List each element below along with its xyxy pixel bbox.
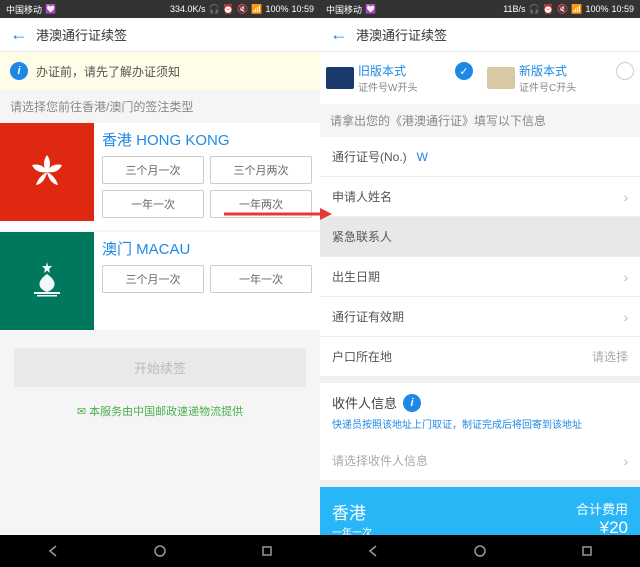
price-summary: 香港 一年一次 合计费用 ¥20 签注费¥20，快递费¥0 [320,487,640,535]
flag-macau-icon [0,232,94,330]
nav-back-icon[interactable] [46,544,60,558]
flag-hk-icon [0,123,94,221]
doc-old-sub: 证件号W开头 [358,79,417,94]
doc-new-title: 新版本式 [519,62,576,79]
battery-pct: 100% [585,4,608,14]
alarm-icon: ⏰ [223,4,234,15]
check-empty-icon: ✓ [616,62,634,80]
expiry-label: 通行证有效期 [332,308,404,325]
annotation-arrow [224,206,332,222]
header: ← 港澳通行证续签 [0,18,320,52]
notice-banner[interactable]: i 办证前，请先了解办证须知 [0,52,320,90]
residence-field[interactable]: 户口所在地 请选择 [320,337,640,377]
card-icon [487,67,515,89]
hk-opt-0[interactable]: 三个月一次 [102,156,204,184]
permit-no-label: 通行证号(No.) [332,148,407,165]
back-icon[interactable]: ← [330,24,348,45]
birth-label: 出生日期 [332,268,380,285]
doc-new-option[interactable]: 新版本式 证件号C开头 [487,62,612,94]
recipient-title: 收件人信息 [332,393,397,412]
status-bar: 中国移动 💟 334.0K/s 🎧 ⏰ 🔇 📶 100% 10:59 [0,0,320,18]
net-speed: 11B/s [503,4,525,14]
nav-recent-icon[interactable] [580,544,594,558]
service-provider: ✉ 本服务由中国邮政速递物流提供 [0,397,320,425]
alarm-icon: ⏰ [543,4,554,15]
left-screen: 中国移动 💟 334.0K/s 🎧 ⏰ 🔇 📶 100% 10:59 ← 港澳通… [0,0,320,567]
emergency-label: 紧急联系人 [332,228,392,245]
price-freq: 一年一次 [332,524,372,535]
nav-recent-icon[interactable] [260,544,274,558]
macau-opt-1[interactable]: 一年一次 [210,265,312,293]
wifi-icon: 📶 [251,4,262,15]
doc-old-option[interactable]: 旧版本式 证件号W开头 [326,62,451,94]
recipient-sub: 快递员按照该地址上门取证，制证完成后将回寄到该地址 [332,416,628,431]
mute-icon: 🔇 [237,4,248,15]
total-label: 合计费用 [530,499,628,518]
battery-pct: 100% [265,4,288,14]
right-screen: 中国移动 💟 11B/s 🎧 ⏰ 🔇 📶 100% 10:59 ← 港澳通行证续… [320,0,640,567]
recipient-select[interactable]: 请选择收件人信息 › [320,441,640,481]
heart-icon: 💟 [45,4,56,15]
nav-bar [0,535,320,567]
heart-icon: 💟 [365,4,376,15]
headphone-icon: 🎧 [529,4,540,15]
info-icon[interactable]: i [403,394,421,412]
doc-type-selector: 旧版本式 证件号W开头 ✓ 新版本式 证件号C开头 ✓ [320,52,640,104]
chevron-right-icon: › [623,189,628,205]
form-instruction: 请拿出您的《港澳通行证》填写以下信息 [320,104,640,137]
chevron-right-icon: › [623,309,628,325]
hk-title: 香港 HONG KONG [102,129,312,150]
time: 10:59 [611,4,634,14]
price-dest: 香港 [332,499,372,524]
nav-back-icon[interactable] [366,544,380,558]
expiry-field[interactable]: 通行证有效期 › [320,297,640,337]
notice-text: 办证前，请先了解办证须知 [36,63,180,80]
select-type-label: 请选择您前往香港/澳门的签注类型 [0,90,320,123]
nav-home-icon[interactable] [473,544,487,558]
header: ← 港澳通行证续签 [320,18,640,52]
recipient-select-label: 请选择收件人信息 [332,452,428,469]
doc-old-title: 旧版本式 [358,62,417,79]
check-icon: ✓ [455,62,473,80]
hk-opt-1[interactable]: 三个月两次 [210,156,312,184]
mute-icon: 🔇 [557,4,568,15]
hk-opt-2[interactable]: 一年一次 [102,190,204,218]
start-button[interactable]: 开始续签 [14,348,306,387]
recipient-section: 收件人信息 i 快递员按照该地址上门取证，制证完成后将回寄到该地址 [320,383,640,441]
birth-field[interactable]: 出生日期 › [320,257,640,297]
status-bar: 中国移动 💟 11B/s 🎧 ⏰ 🔇 📶 100% 10:59 [320,0,640,18]
passport-icon [326,67,354,89]
chevron-right-icon: › [623,453,628,469]
nav-bar [320,535,640,567]
nav-home-icon[interactable] [153,544,167,558]
carrier: 中国移动 [326,3,362,16]
carrier: 中国移动 [6,3,42,16]
residence-label: 户口所在地 [332,348,392,365]
wifi-icon: 📶 [571,4,582,15]
postal-icon: ✉ [77,406,86,418]
time: 10:59 [291,4,314,14]
region-macau: 澳门 MACAU 三个月一次 一年一次 [0,232,320,330]
permit-no-field[interactable]: 通行证号(No.) W [320,137,640,177]
macau-title: 澳门 MACAU [102,238,312,259]
residence-value: 请选择 [592,348,628,365]
applicant-field[interactable]: 申请人姓名 › [320,177,640,217]
emergency-contact-field[interactable]: 紧急联系人 [320,217,640,257]
headphone-icon: 🎧 [209,4,220,15]
macau-opt-0[interactable]: 三个月一次 [102,265,204,293]
doc-new-sub: 证件号C开头 [519,79,576,94]
applicant-label: 申请人姓名 [332,188,392,205]
permit-no-value: W [417,150,628,164]
total-amount: ¥20 [530,518,628,535]
chevron-right-icon: › [623,269,628,285]
net-speed: 334.0K/s [170,4,206,14]
page-title: 港澳通行证续签 [36,25,127,44]
info-icon: i [10,62,28,80]
page-title: 港澳通行证续签 [356,25,447,44]
back-icon[interactable]: ← [10,24,28,45]
